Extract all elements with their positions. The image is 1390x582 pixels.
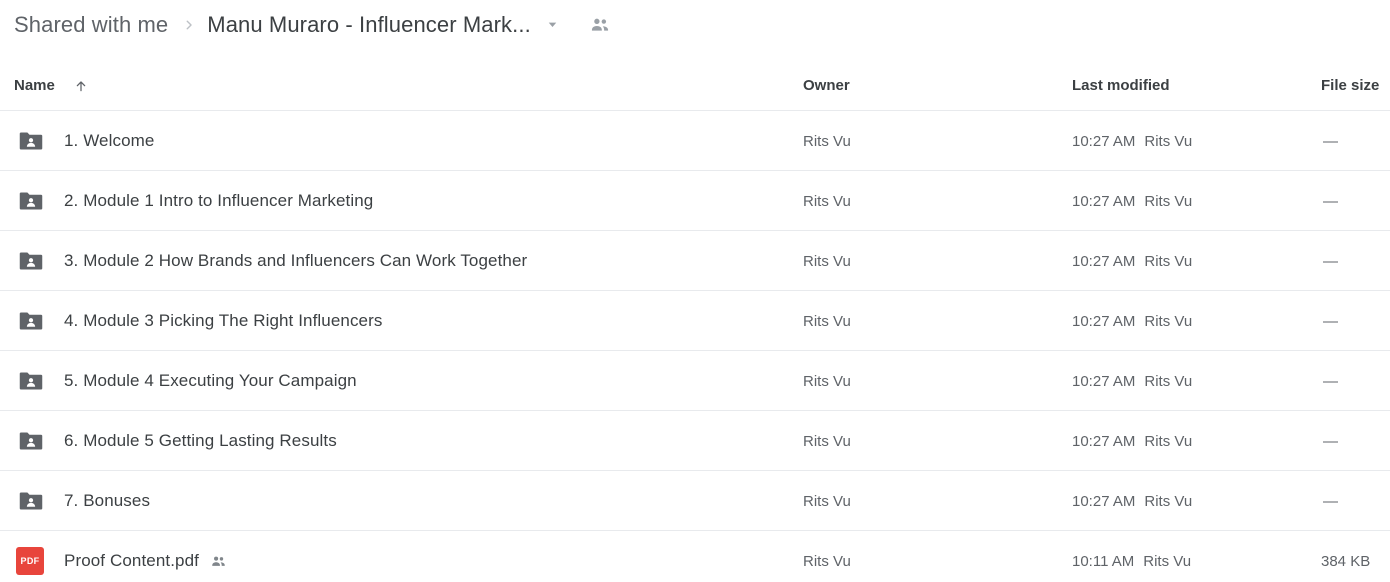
row-file-size: —: [1323, 252, 1338, 270]
row-last-modified: 10:27 AM Rits Vu: [1072, 351, 1192, 411]
row-file-name[interactable]: 5. Module 4 Executing Your Campaign: [64, 351, 357, 411]
row-last-modified: 10:27 AM Rits Vu: [1072, 291, 1192, 351]
row-modified-time: 10:27 AM: [1072, 192, 1136, 210]
row-file-name-label: 1. Welcome: [64, 131, 155, 150]
row-last-modified: 10:27 AM Rits Vu: [1072, 171, 1192, 231]
row-file-name[interactable]: 2. Module 1 Intro to Influencer Marketin…: [64, 171, 373, 231]
row-file-name[interactable]: 1. Welcome: [64, 111, 154, 171]
chevron-right-icon: [182, 18, 196, 32]
row-modified-time: 10:27 AM: [1072, 312, 1136, 330]
row-file-name-label: 6. Module 5 Getting Lasting Results: [64, 431, 337, 450]
row-modified-time: 10:11 AM: [1072, 552, 1135, 570]
table-row[interactable]: 4. Module 3 Picking The Right Influencer…: [0, 291, 1390, 351]
row-modified-by: Rits Vu: [1143, 552, 1192, 570]
row-modified-by: Rits Vu: [1144, 252, 1193, 270]
table-row[interactable]: PDF Proof Content.pdf Rits Vu 10:11 AM R…: [0, 531, 1390, 582]
row-file-size: —: [1323, 312, 1338, 330]
shared-folder-icon: [16, 351, 48, 411]
row-owner: Rits Vu: [803, 132, 851, 150]
arrow-up-icon[interactable]: [73, 78, 89, 94]
row-file-name-label: Proof Content.pdf: [64, 551, 199, 570]
row-owner: Rits Vu: [803, 192, 851, 210]
row-file-size: —: [1323, 192, 1338, 210]
row-modified-by: Rits Vu: [1144, 132, 1193, 150]
column-header-name-label: Name: [14, 77, 55, 94]
row-file-size: —: [1323, 132, 1338, 150]
row-file-name-label: 4. Module 3 Picking The Right Influencer…: [64, 311, 383, 330]
shared-folder-icon: [16, 291, 48, 351]
row-file-size: —: [1323, 492, 1338, 510]
row-file-size: 384 KB: [1321, 552, 1371, 570]
row-file-name[interactable]: 7. Bonuses: [64, 471, 150, 531]
pdf-icon-label: PDF: [16, 547, 44, 575]
file-list: 1. Welcome Rits Vu 10:27 AM Rits Vu — 2.…: [0, 111, 1390, 582]
column-header-file-size[interactable]: File size: [1321, 77, 1379, 94]
row-modified-time: 10:27 AM: [1072, 252, 1136, 270]
row-modified-time: 10:27 AM: [1072, 492, 1136, 510]
shared-folder-icon: [16, 171, 48, 231]
table-row[interactable]: 6. Module 5 Getting Lasting Results Rits…: [0, 411, 1390, 471]
row-last-modified: 10:27 AM Rits Vu: [1072, 231, 1192, 291]
row-owner: Rits Vu: [803, 312, 851, 330]
row-last-modified: 10:27 AM Rits Vu: [1072, 411, 1192, 471]
row-owner: Rits Vu: [803, 252, 851, 270]
row-modified-by: Rits Vu: [1144, 312, 1193, 330]
table-row[interactable]: 2. Module 1 Intro to Influencer Marketin…: [0, 171, 1390, 231]
row-modified-time: 10:27 AM: [1072, 432, 1136, 450]
row-last-modified: 10:11 AM Rits Vu: [1072, 531, 1191, 582]
row-owner: Rits Vu: [803, 432, 851, 450]
column-header-owner[interactable]: Owner: [803, 77, 850, 94]
row-modified-time: 10:27 AM: [1072, 372, 1136, 390]
row-owner: Rits Vu: [803, 492, 851, 510]
shared-folder-icon: [16, 471, 48, 531]
row-modified-by: Rits Vu: [1144, 372, 1193, 390]
row-file-name[interactable]: 6. Module 5 Getting Lasting Results: [64, 411, 337, 471]
pdf-file-icon: PDF: [16, 531, 48, 582]
row-file-name[interactable]: 3. Module 2 How Brands and Influencers C…: [64, 231, 527, 291]
row-file-name[interactable]: Proof Content.pdf: [64, 531, 227, 582]
row-modified-by: Rits Vu: [1144, 492, 1193, 510]
breadcrumb: Shared with me Manu Muraro - Influencer …: [0, 0, 1390, 49]
row-file-name-label: 5. Module 4 Executing Your Campaign: [64, 371, 357, 390]
table-row[interactable]: 7. Bonuses Rits Vu 10:27 AM Rits Vu —: [0, 471, 1390, 531]
table-row[interactable]: 5. Module 4 Executing Your Campaign Rits…: [0, 351, 1390, 411]
row-last-modified: 10:27 AM Rits Vu: [1072, 471, 1192, 531]
row-owner: Rits Vu: [803, 552, 851, 570]
table-row[interactable]: 3. Module 2 How Brands and Influencers C…: [0, 231, 1390, 291]
column-header-last-modified[interactable]: Last modified: [1072, 77, 1170, 94]
shared-folder-icon: [16, 111, 48, 171]
table-row[interactable]: 1. Welcome Rits Vu 10:27 AM Rits Vu —: [0, 111, 1390, 171]
people-shared-icon: [210, 553, 227, 570]
row-modified-by: Rits Vu: [1144, 432, 1193, 450]
row-owner: Rits Vu: [803, 372, 851, 390]
shared-folder-icon: [16, 231, 48, 291]
row-file-name-label: 7. Bonuses: [64, 491, 151, 510]
row-file-size: —: [1323, 372, 1338, 390]
breadcrumb-current-folder[interactable]: Manu Muraro - Influencer Mark...: [207, 12, 531, 38]
row-modified-time: 10:27 AM: [1072, 132, 1136, 150]
row-file-name-label: 3. Module 2 How Brands and Influencers C…: [64, 251, 528, 270]
column-header-name[interactable]: Name: [14, 77, 89, 94]
row-last-modified: 10:27 AM Rits Vu: [1072, 111, 1192, 171]
table-column-headers: Name Owner Last modified File size: [0, 49, 1390, 111]
chevron-down-icon[interactable]: [545, 17, 560, 32]
shared-folder-icon: [16, 411, 48, 471]
row-file-size: —: [1323, 432, 1338, 450]
people-shared-icon[interactable]: [589, 14, 611, 36]
breadcrumb-root-shared-with-me[interactable]: Shared with me: [14, 12, 168, 38]
row-modified-by: Rits Vu: [1144, 192, 1193, 210]
row-file-name[interactable]: 4. Module 3 Picking The Right Influencer…: [64, 291, 382, 351]
row-file-name-label: 2. Module 1 Intro to Influencer Marketin…: [64, 191, 374, 210]
